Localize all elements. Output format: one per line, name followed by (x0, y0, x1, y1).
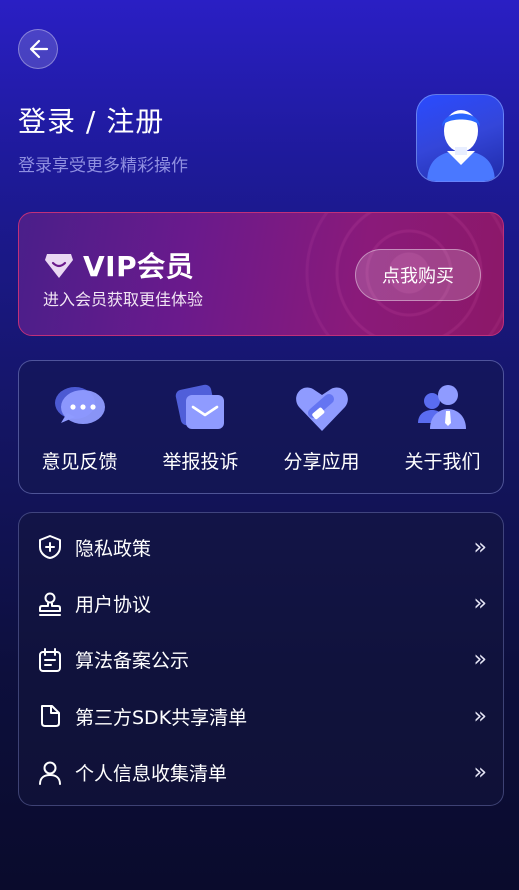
share-app-button[interactable]: 分享应用 (261, 361, 382, 493)
calendar-icon (39, 647, 61, 672)
menu-item-personal-info[interactable]: 个人信息收集清单 » (19, 745, 503, 801)
mail-icon (175, 384, 224, 429)
team-icon (417, 385, 466, 429)
arrow-left-icon (29, 39, 49, 59)
quick-action-label: 意见反馈 (41, 451, 118, 473)
quick-action-label: 举报投诉 (162, 451, 239, 473)
menu-item-label: 第三方SDK共享清单 (75, 706, 248, 729)
shield-plus-icon (39, 535, 61, 560)
chevron-right-icon: » (473, 534, 487, 560)
report-button[interactable]: 举报投诉 (140, 361, 261, 493)
menu-item-label: 个人信息收集清单 (75, 763, 228, 786)
login-register-title[interactable]: 登录 / 注册 (18, 100, 164, 140)
vip-buy-button[interactable]: 点我购买 (355, 249, 481, 301)
settings-menu: 隐私政策 » 用户协议 » 算法备案公示 » 第三方SDK共享清单 » 个人信息… (18, 512, 504, 806)
about-us-button[interactable]: 关于我们 (382, 361, 503, 493)
quick-action-label: 关于我们 (404, 451, 481, 473)
chat-bubble-icon (54, 387, 105, 424)
document-icon (41, 705, 60, 728)
menu-item-user-agreement[interactable]: 用户协议 » (19, 575, 503, 631)
login-subtitle: 登录享受更多精彩操作 (18, 156, 188, 176)
heart-share-icon (295, 387, 348, 431)
vip-card[interactable]: VIP会员 进入会员获取更佳体验 点我购买 (18, 212, 504, 336)
chevron-right-icon: » (473, 647, 487, 673)
vip-subtitle: 进入会员获取更佳体验 (43, 290, 204, 309)
quick-action-label: 分享应用 (283, 451, 360, 473)
menu-item-label: 算法备案公示 (75, 650, 190, 673)
chevron-right-icon: » (473, 760, 487, 786)
vip-badge-icon (45, 254, 73, 278)
person-icon (39, 761, 61, 785)
quick-actions-card: 意见反馈 举报投诉 分享应用 关于我们 (18, 360, 504, 494)
avatar[interactable] (416, 94, 504, 182)
menu-item-algorithm-filing[interactable]: 算法备案公示 » (19, 632, 503, 688)
back-button[interactable] (18, 29, 58, 69)
stamp-icon (39, 592, 61, 616)
default-avatar-icon (427, 110, 495, 181)
menu-item-privacy-policy[interactable]: 隐私政策 » (19, 519, 503, 575)
menu-item-third-party-sdk[interactable]: 第三方SDK共享清单 » (19, 688, 503, 744)
vip-title: VIP会员 (83, 250, 195, 283)
menu-item-label: 用户协议 (75, 594, 152, 617)
vip-logo: VIP会员 (43, 245, 194, 285)
chevron-right-icon: » (473, 591, 487, 617)
chevron-right-icon: » (473, 703, 487, 729)
feedback-button[interactable]: 意见反馈 (19, 361, 140, 493)
menu-item-label: 隐私政策 (75, 537, 152, 560)
